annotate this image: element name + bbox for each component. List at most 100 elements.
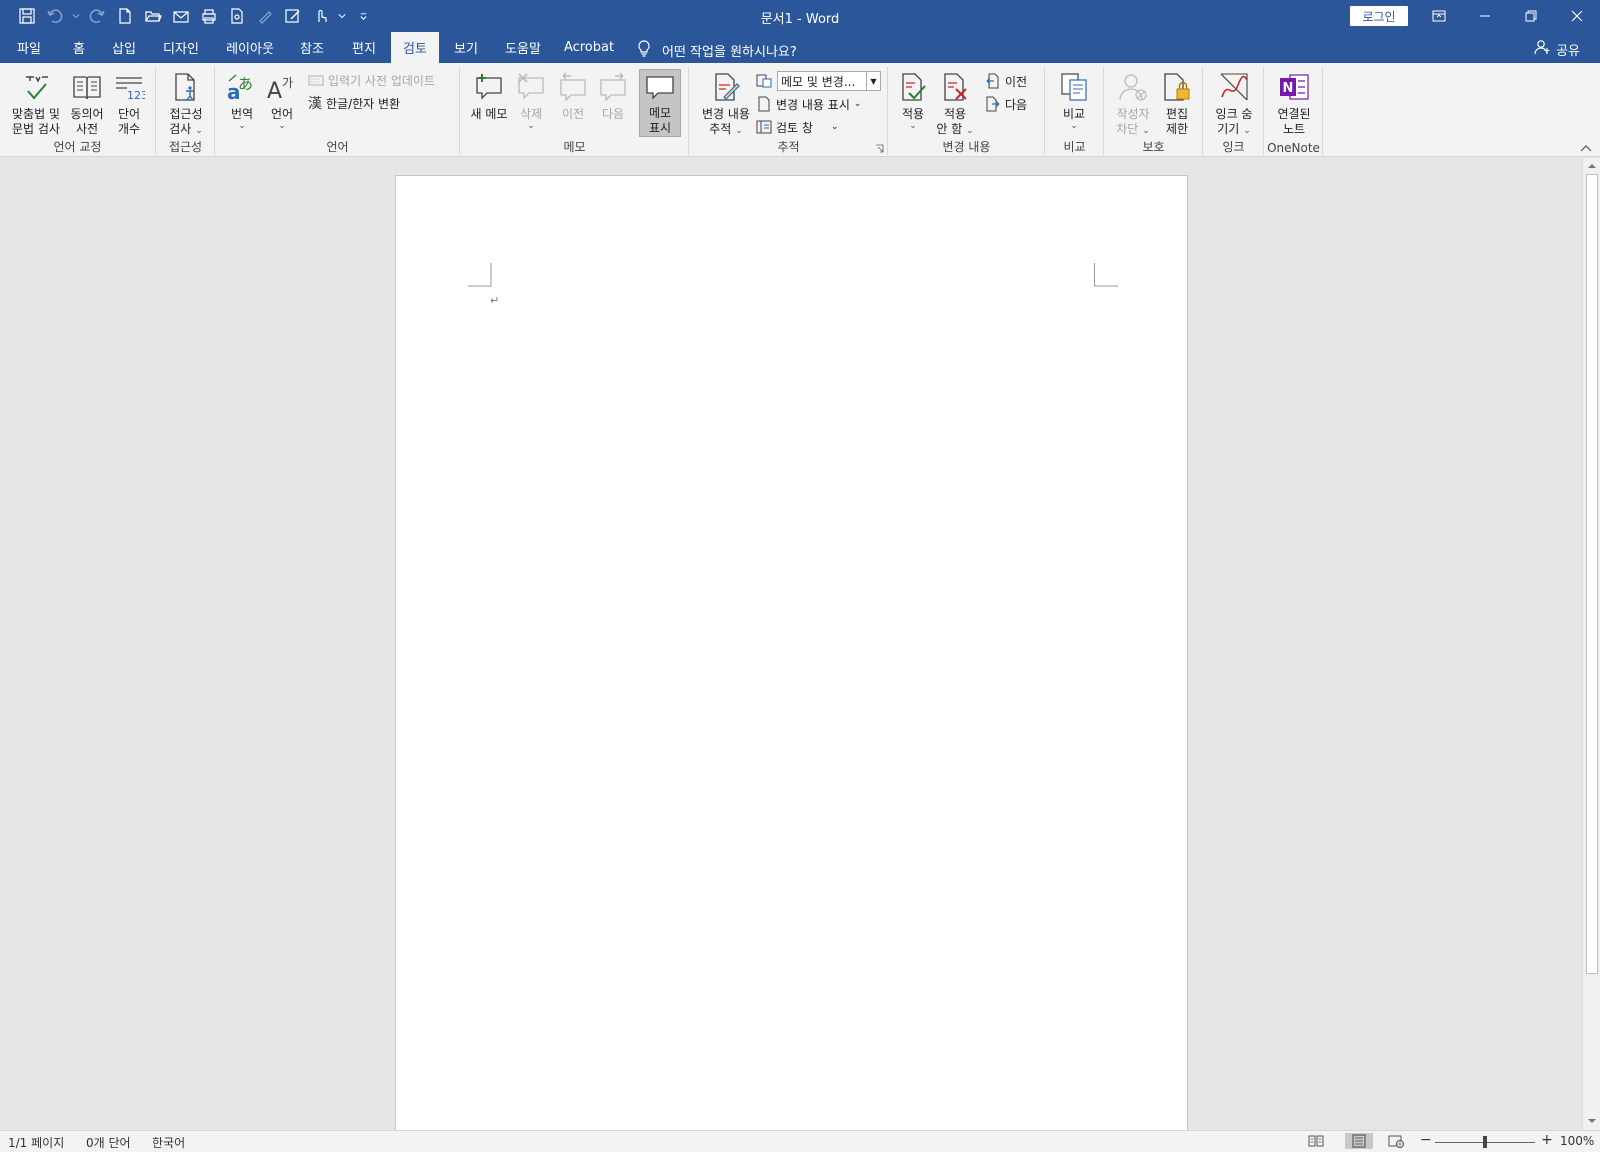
group-changes: 적용 ⌄ 적용 안 함 ⌄ 이전 다음 변경 내용 (889, 67, 1045, 155)
chevron-down-icon: ⌄ (278, 121, 286, 131)
ime-dictionary-update-button[interactable]: 입력기 사전 업데이트 (308, 70, 435, 90)
chevron-down-icon: ⌄ (1142, 126, 1150, 136)
tab-insert[interactable]: 삽입 (104, 32, 144, 63)
top-right-crop-mark (1094, 263, 1118, 287)
tab-acrobat[interactable]: Acrobat (560, 32, 618, 63)
hangul-hanja-conversion-button[interactable]: 漢 한글/한자 변환 (308, 93, 400, 113)
group-language: aあ 번역 ⌄ A가 언어 ⌄ 입력기 사전 업데이트 漢 한글/한자 변환 언… (216, 67, 460, 155)
translate-icon: aあ (224, 69, 260, 105)
chevron-down-icon: ⌄ (853, 99, 862, 109)
dropdown-arrow-icon[interactable]: ▼ (866, 72, 880, 90)
delete-comment-button[interactable]: 삭제 ⌄ (513, 69, 549, 131)
tab-file[interactable]: 파일 (6, 32, 52, 63)
new-comment-button[interactable]: 새 메모 (467, 69, 511, 122)
tab-design[interactable]: 디자인 (154, 32, 208, 63)
document-canvas[interactable]: ↵ (0, 158, 1582, 1135)
close-icon[interactable] (1554, 0, 1600, 32)
web-layout-icon[interactable] (1387, 1133, 1405, 1149)
paragraph-mark[interactable]: ↵ (490, 294, 499, 307)
proofing-language[interactable]: 한국어 (152, 1134, 185, 1151)
document-icon (758, 96, 770, 112)
tab-mailings[interactable]: 편지 (344, 32, 384, 63)
word-count-button[interactable]: 123 단어 개수 (110, 69, 148, 137)
group-label-proofing: 언어 교정 (53, 140, 102, 154)
tab-view[interactable]: 보기 (446, 32, 486, 63)
word-count[interactable]: 0개 단어 (86, 1134, 131, 1151)
compare-button[interactable]: 비교 ⌄ (1056, 69, 1092, 131)
block-authors-icon (1115, 69, 1151, 105)
share-button[interactable]: 공유 (1534, 39, 1580, 59)
show-markup-button[interactable]: 변경 내용 표시 ⌄ (756, 94, 861, 114)
new-comment-icon (471, 69, 507, 105)
zoom-level[interactable]: 100% (1560, 1134, 1594, 1148)
zoom-out-button[interactable]: − (1420, 1132, 1432, 1148)
person-icon (1534, 39, 1550, 59)
track-changes-icon (708, 69, 744, 105)
next-change-button[interactable]: 다음 (985, 94, 1027, 114)
document-page[interactable]: ↵ (395, 175, 1188, 1135)
previous-change-button[interactable]: 이전 (985, 71, 1027, 91)
scroll-down-icon[interactable] (1587, 1116, 1597, 1126)
keyboard-icon (308, 75, 324, 86)
chevron-down-icon: ⌄ (527, 121, 535, 131)
reject-label-2-wrap: 안 함 ⌄ (936, 122, 973, 137)
svg-text:あ: あ (238, 75, 253, 93)
vertical-scrollbar[interactable] (1582, 158, 1600, 1130)
display-for-review-dropdown[interactable]: 메모 및 변경... ▼ (777, 71, 881, 91)
language-button[interactable]: A가 언어 ⌄ (264, 69, 300, 131)
tab-home[interactable]: 홈 (62, 32, 96, 63)
track-changes-button[interactable]: 변경 내용 추적 ⌄ (696, 69, 756, 137)
accessibility-label-2: 검사 (169, 122, 192, 136)
title-bar: 문서1 - Word 로그인 (0, 0, 1600, 32)
minimize-icon[interactable] (1462, 0, 1508, 32)
tab-references[interactable]: 참조 (292, 32, 332, 63)
scrollbar-thumb[interactable] (1586, 174, 1598, 974)
zoom-slider-thumb[interactable] (1483, 1136, 1487, 1148)
linked-notes-button[interactable]: N 연결된 노트 (1271, 69, 1317, 137)
lightbulb-icon (636, 39, 652, 61)
read-mode-icon[interactable] (1307, 1133, 1325, 1149)
spelling-grammar-button[interactable]: 맞춤법 및 문법 검사 (8, 69, 64, 137)
show-comments-button[interactable]: 메모 표시 (639, 69, 681, 137)
block-authors-button[interactable]: 작성자 차단 ⌄ (1111, 69, 1155, 137)
restrict-editing-icon (1159, 69, 1195, 105)
delete-comment-icon (513, 69, 549, 105)
tab-layout[interactable]: 레이아웃 (218, 32, 282, 63)
reviewing-pane-button[interactable]: 검토 창 ⌄ (756, 117, 838, 137)
scroll-up-icon[interactable] (1587, 161, 1597, 171)
hide-ink-button[interactable]: 잉크 숨 기기 ⌄ (1210, 69, 1258, 137)
ribbon-display-options-icon[interactable] (1416, 0, 1462, 32)
tab-review[interactable]: 검토 (391, 32, 439, 63)
next-change-label: 다음 (1005, 97, 1028, 112)
group-label-compare: 비교 (1063, 140, 1086, 154)
restrict-editing-button[interactable]: 편집 제한 (1159, 69, 1195, 137)
page-count[interactable]: 1/1 페이지 (8, 1134, 64, 1151)
translate-button[interactable]: aあ 번역 ⌄ (224, 69, 260, 131)
previous-comment-button[interactable]: 이전 (555, 69, 591, 122)
restore-icon[interactable] (1508, 0, 1554, 32)
login-button[interactable]: 로그인 (1350, 6, 1408, 26)
track-changes-label-1: 변경 내용 (702, 107, 750, 121)
next-change-icon (986, 96, 1000, 112)
group-label-language: 언어 (326, 140, 349, 154)
tell-me-search[interactable]: 어떤 작업을 원하시나요? (636, 39, 797, 61)
group-compare: 비교 ⌄ 비교 (1046, 67, 1104, 155)
accept-button[interactable]: 적용 ⌄ (895, 69, 931, 131)
display-for-review-value: 메모 및 변경... (781, 74, 856, 89)
reject-button[interactable]: 적용 안 함 ⌄ (933, 69, 977, 137)
markup-view-icon (756, 74, 772, 88)
tab-help[interactable]: 도움말 (496, 32, 550, 63)
next-comment-button[interactable]: 다음 (595, 69, 631, 122)
group-comments: 새 메모 삭제 ⌄ 이전 다음 메모 표시 메모 (461, 67, 689, 155)
check-accessibility-button[interactable]: 접근성 검사 ⌄ (165, 69, 207, 137)
word-count-label-2: 개수 (117, 122, 141, 136)
zoom-in-button[interactable]: + (1541, 1132, 1553, 1148)
accessibility-label-1: 접근성 (169, 107, 203, 121)
block-authors-label-2-wrap: 차단 ⌄ (1116, 122, 1149, 137)
print-layout-icon[interactable] (1345, 1133, 1373, 1149)
word-count-label-1: 단어 (117, 107, 141, 121)
compare-icon (1056, 69, 1092, 105)
dialog-launcher-icon[interactable] (875, 144, 884, 153)
thesaurus-button[interactable]: 동의어 사전 (66, 69, 108, 137)
collapse-ribbon-icon[interactable] (1580, 144, 1592, 152)
